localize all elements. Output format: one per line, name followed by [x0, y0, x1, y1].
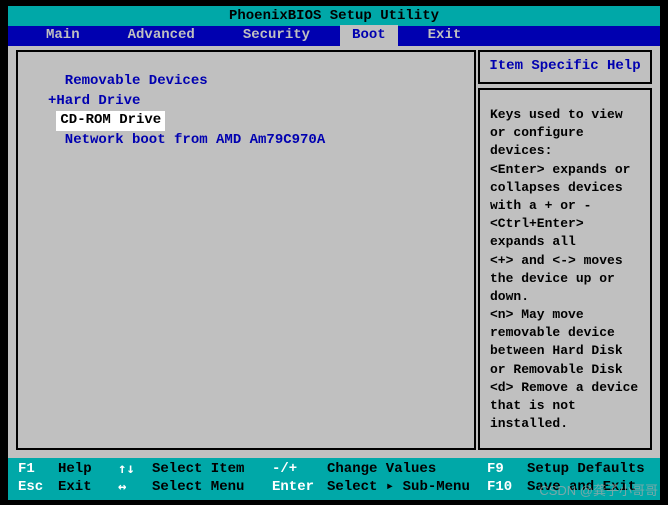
title-bar: PhoenixBIOS Setup Utility — [8, 6, 660, 26]
key-plusminus: -/+ — [272, 461, 327, 479]
label-help: Help — [58, 461, 118, 479]
boot-item-hard-drive[interactable]: +Hard Drive — [48, 92, 474, 112]
boot-item-cdrom[interactable]: CD-ROM Drive — [56, 111, 165, 131]
boot-item-network[interactable]: Network boot from AMD Am79C970A — [48, 131, 474, 151]
tab-security[interactable]: Security — [225, 25, 328, 47]
key-f1: F1 — [18, 461, 58, 479]
tab-exit[interactable]: Exit — [410, 25, 480, 47]
help-title: Item Specific Help — [489, 58, 640, 74]
label-setup-defaults: Setup Defaults — [527, 461, 660, 479]
key-leftright: ↔ — [118, 479, 152, 497]
key-esc: Esc — [18, 479, 58, 497]
boot-item-removable[interactable]: Removable Devices — [48, 72, 474, 92]
help-body-panel: Keys used to view or configure devices: … — [478, 88, 652, 450]
body: Removable Devices +Hard Drive CD-ROM Dri… — [8, 46, 660, 458]
key-updown: ↑↓ — [118, 461, 152, 479]
label-change-values: Change Values — [327, 461, 487, 479]
tab-main[interactable]: Main — [28, 25, 98, 47]
label-select-menu: Select Menu — [152, 479, 272, 497]
bios-window: PhoenixBIOS Setup Utility Main Advanced … — [8, 6, 660, 500]
key-enter: Enter — [272, 479, 327, 497]
boot-order-panel: Removable Devices +Hard Drive CD-ROM Dri… — [16, 50, 476, 450]
help-text: Keys used to view or configure devices: … — [490, 106, 642, 433]
label-select-submenu: Select ▸ Sub-Menu — [327, 479, 487, 497]
label-exit: Exit — [58, 479, 118, 497]
key-f9: F9 — [487, 461, 527, 479]
tab-row: Main Advanced Security Boot Exit — [8, 26, 660, 46]
help-title-panel: Item Specific Help — [478, 50, 652, 84]
label-select-item: Select Item — [152, 461, 272, 479]
watermark: CSDN @龚子小哥哥 — [539, 483, 658, 499]
tab-boot[interactable]: Boot — [340, 25, 398, 47]
tab-advanced[interactable]: Advanced — [110, 25, 213, 47]
key-f10: F10 — [487, 479, 527, 497]
title-text: PhoenixBIOS Setup Utility — [229, 8, 439, 24]
